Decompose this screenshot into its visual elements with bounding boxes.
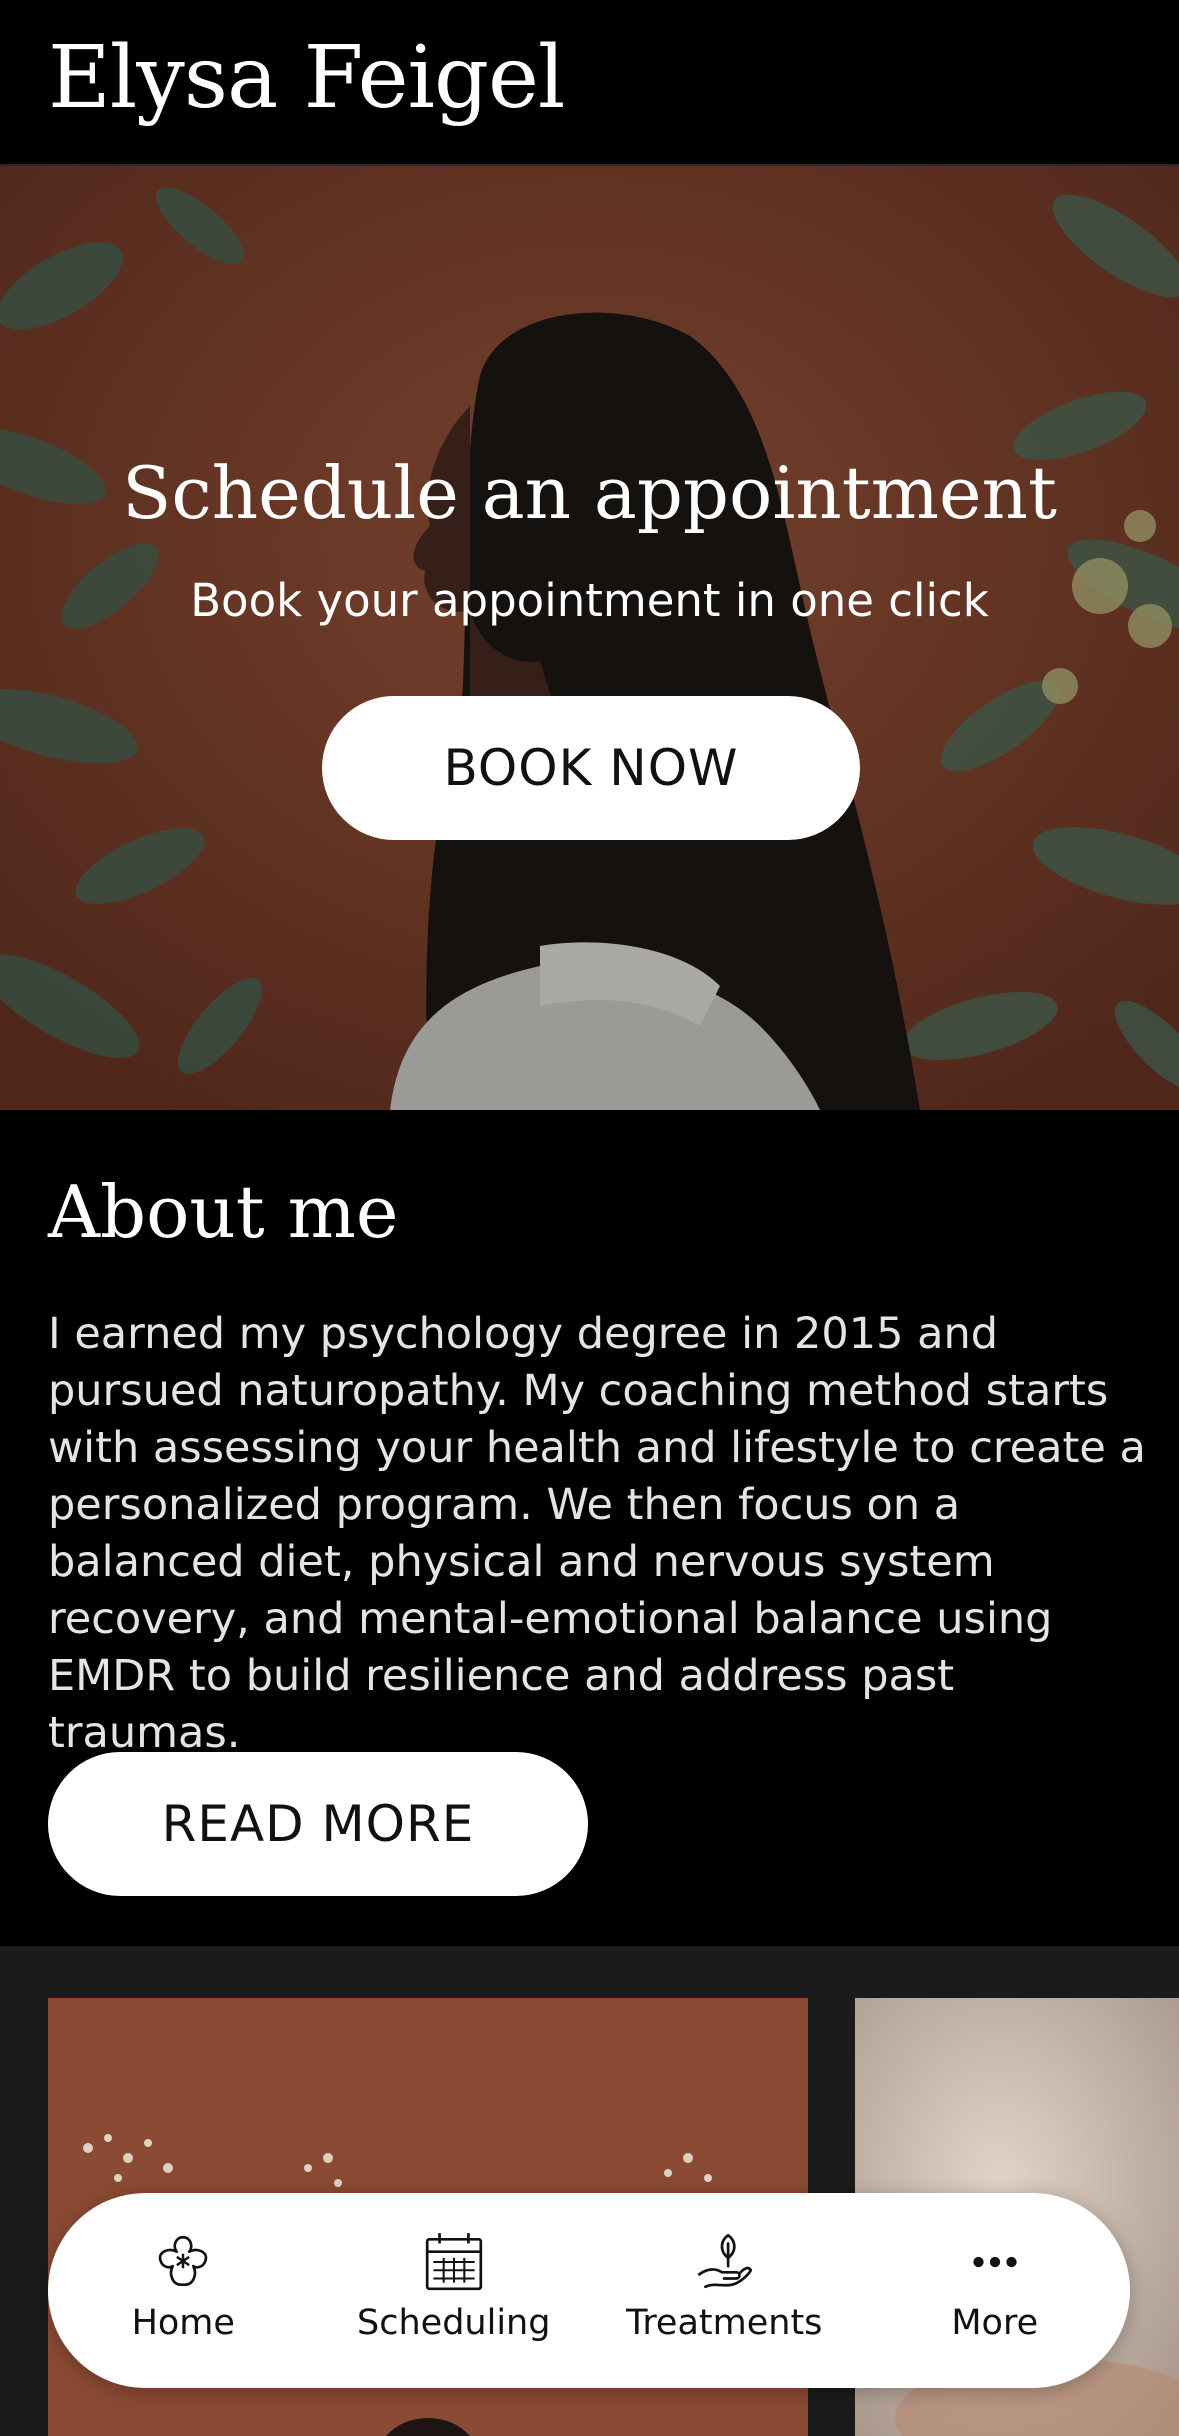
tab-more-label: More (951, 2303, 1039, 2343)
tab-home[interactable]: Home (48, 2193, 319, 2388)
site-title[interactable]: Elysa Feigel (48, 28, 565, 128)
book-now-button[interactable]: BOOK NOW (322, 696, 860, 840)
tab-treatments-label: Treatments (626, 2303, 823, 2343)
hero-section: Schedule an appointment Book your appoin… (0, 166, 1179, 1110)
tab-scheduling[interactable]: Scheduling (319, 2193, 590, 2388)
tab-treatments[interactable]: Treatments (589, 2193, 860, 2388)
hero-title: Schedule an appointment (122, 451, 1057, 535)
calendar-icon (425, 2233, 482, 2291)
flower-icon (159, 2235, 208, 2287)
hand-plant-icon (698, 2233, 753, 2289)
about-section: About me I earned my psychology degree i… (0, 1110, 1179, 1946)
tab-scheduling-label: Scheduling (357, 2303, 551, 2343)
more-dots-icon (973, 2256, 1017, 2268)
hero-overlay (0, 166, 1179, 1110)
bottom-tab-bar: Home Scheduling Treatments More (48, 2193, 1130, 2388)
tab-home-label: Home (131, 2303, 235, 2343)
hero-subtitle: Book your appointment in one click (190, 574, 989, 627)
about-body-text: I earned my psychology degree in 2015 an… (48, 1309, 1146, 1758)
read-more-button[interactable]: READ MORE (48, 1752, 588, 1896)
about-title: About me (48, 1170, 399, 1254)
tab-more[interactable]: More (860, 2193, 1131, 2388)
site-header: Elysa Feigel (0, 0, 1179, 166)
